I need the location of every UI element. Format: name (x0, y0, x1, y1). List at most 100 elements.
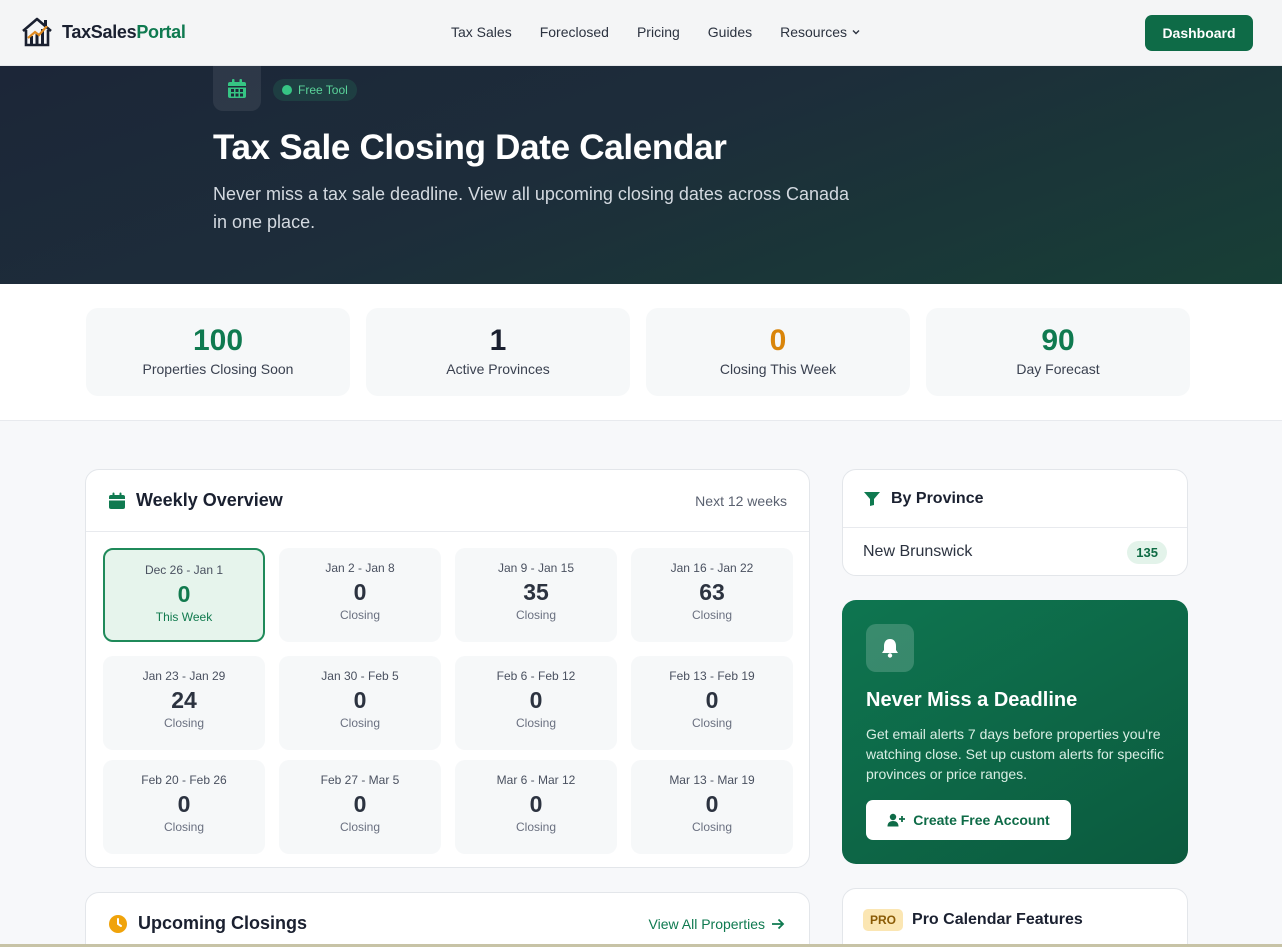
week-label: Closing (691, 820, 733, 834)
week-range: Feb 20 - Feb 26 (141, 773, 227, 787)
week-card[interactable]: Mar 13 - Mar 19 0 Closing (631, 760, 793, 854)
stat-value: 100 (192, 324, 244, 357)
week-label: Closing (515, 716, 557, 730)
week-label: Closing (163, 820, 205, 834)
hero-calendar-tile (213, 66, 261, 111)
nav-link-foreclosed[interactable]: Foreclosed (540, 24, 609, 40)
nav-link-resources-label: Resources (780, 24, 848, 40)
week-card[interactable]: Mar 6 - Mar 12 0 Closing (455, 760, 617, 854)
province-row-new-brunswick[interactable]: New Brunswick 135 (843, 528, 1187, 576)
nav-links: Tax Sales Foreclosed Pricing Guides Reso… (451, 24, 889, 40)
week-range: Jan 23 - Jan 29 (142, 669, 226, 683)
province-count-badge: 135 (1127, 540, 1167, 564)
brand-name: TaxSalesPortal (62, 21, 186, 42)
bell-icon (882, 639, 898, 658)
stat-value: 90 (1041, 324, 1075, 357)
week-label: Closing (163, 716, 205, 730)
by-province-card: By Province New Brunswick 135 (842, 469, 1188, 576)
chevron-down-icon (852, 30, 860, 35)
view-all-properties-link[interactable]: View All Properties (649, 916, 785, 932)
week-label: Closing (691, 716, 733, 730)
nav-link-guides[interactable]: Guides (708, 24, 752, 40)
nav-link-pricing[interactable]: Pricing (637, 24, 680, 40)
week-count: 35 (523, 579, 549, 605)
house-chart-logo-icon (22, 17, 52, 47)
week-card[interactable]: Feb 27 - Mar 5 0 Closing (279, 760, 441, 854)
stat-value: 1 (489, 324, 507, 357)
week-count: 0 (705, 687, 719, 713)
free-tool-label: Free Tool (298, 83, 348, 97)
week-count: 0 (353, 579, 367, 605)
week-label: Closing (515, 820, 557, 834)
dashboard-button[interactable]: Dashboard (1145, 15, 1253, 51)
bell-icon-tile (866, 624, 914, 672)
week-count: 63 (699, 579, 725, 605)
week-card[interactable]: Jan 16 - Jan 22 63 Closing (631, 548, 793, 642)
by-province-header: By Province (843, 470, 1187, 528)
week-range: Dec 26 - Jan 1 (144, 563, 224, 577)
stat-closing-this-week: 0 Closing This Week (646, 308, 910, 396)
pro-features-card: PRO Pro Calendar Features (842, 888, 1188, 947)
weekly-overview-title: Weekly Overview (136, 490, 283, 510)
weekly-overview-range: Next 12 weeks (695, 492, 787, 509)
week-card[interactable]: Jan 23 - Jan 29 24 Closing (103, 656, 265, 750)
nav-link-tax-sales[interactable]: Tax Sales (451, 24, 512, 40)
week-card[interactable]: Feb 20 - Feb 26 0 Closing (103, 760, 265, 854)
week-label: This Week (155, 610, 213, 624)
week-range: Feb 27 - Mar 5 (320, 773, 400, 787)
upcoming-closings-title: Upcoming Closings (138, 913, 308, 933)
week-card[interactable]: Feb 13 - Feb 19 0 Closing (631, 656, 793, 750)
user-plus-icon (887, 813, 906, 827)
week-card-current[interactable]: Dec 26 - Jan 1 0 This Week (103, 548, 265, 642)
stat-label: Properties Closing Soon (142, 361, 294, 377)
brand-logo-link[interactable]: TaxSalesPortal (20, 16, 186, 48)
by-province-title: By Province (891, 489, 984, 507)
pro-badge: PRO (863, 909, 904, 931)
week-label: Closing (339, 820, 381, 834)
week-count: 0 (177, 791, 191, 817)
week-count: 0 (529, 687, 543, 713)
upcoming-closings-header: Upcoming Closings View All Properties (86, 893, 809, 934)
week-range: Feb 6 - Feb 12 (496, 669, 576, 683)
week-range: Mar 6 - Mar 12 (496, 773, 576, 787)
arrow-right-icon (772, 918, 785, 929)
week-count: 24 (171, 687, 197, 713)
stat-label: Active Provinces (446, 361, 550, 377)
nav-link-resources[interactable]: Resources (780, 24, 861, 40)
weekly-overview-header: Weekly Overview Next 12 weeks (86, 470, 809, 532)
page-subtitle: Never miss a tax sale deadline. View all… (213, 184, 850, 232)
week-label: Closing (339, 716, 381, 730)
week-range: Jan 2 - Jan 8 (325, 561, 395, 575)
week-count: 0 (529, 791, 543, 817)
check-circle-icon (282, 85, 292, 95)
alerts-description: Get email alerts 7 days before propertie… (866, 726, 1165, 782)
clock-icon (109, 914, 127, 933)
calendar-icon (228, 78, 246, 98)
stat-properties-closing-soon: 100 Properties Closing Soon (86, 308, 350, 396)
view-all-properties-label: View All Properties (648, 915, 765, 932)
week-card[interactable]: Jan 2 - Jan 8 0 Closing (279, 548, 441, 642)
week-card[interactable]: Feb 6 - Feb 12 0 Closing (455, 656, 617, 750)
filter-icon (864, 491, 880, 506)
alerts-title: Never Miss a Deadline (866, 689, 1078, 711)
top-nav: TaxSalesPortal Tax Sales Foreclosed Pric… (0, 0, 1282, 66)
week-label: Closing (515, 608, 557, 622)
weekly-overview-card: Weekly Overview Next 12 weeks Dec 26 - J… (85, 469, 810, 868)
week-range: Mar 13 - Mar 19 (669, 773, 755, 787)
upcoming-closings-card: Upcoming Closings View All Properties (85, 892, 810, 947)
week-count: 0 (705, 791, 719, 817)
week-count: 0 (177, 581, 191, 607)
stat-day-forecast: 90 Day Forecast (926, 308, 1190, 396)
stats-band: 100 Properties Closing Soon 1 Active Pro… (0, 284, 1282, 421)
deadline-alerts-cta: Never Miss a Deadline Get email alerts 7… (842, 600, 1188, 864)
create-free-account-button[interactable]: Create Free Account (866, 800, 1071, 840)
week-label: Closing (339, 608, 381, 622)
hero-section: Free Tool Tax Sale Closing Date Calendar… (0, 66, 1282, 284)
week-card[interactable]: Jan 9 - Jan 15 35 Closing (455, 548, 617, 642)
stat-value: 0 (769, 324, 787, 357)
week-range: Jan 9 - Jan 15 (497, 561, 575, 575)
page-title: Tax Sale Closing Date Calendar (213, 128, 727, 167)
week-card[interactable]: Jan 30 - Feb 5 0 Closing (279, 656, 441, 750)
week-range: Jan 30 - Feb 5 (321, 669, 399, 683)
province-name: New Brunswick (863, 543, 973, 560)
